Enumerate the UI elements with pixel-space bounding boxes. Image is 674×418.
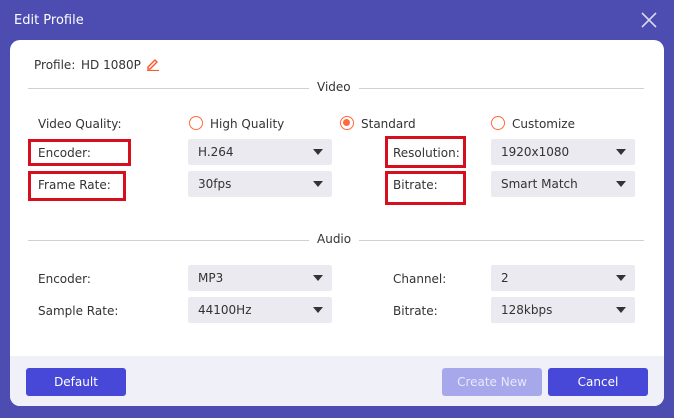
audio-bitrate-select[interactable]: 128kbps — [491, 297, 635, 323]
audio-bitrate-value: 128kbps — [501, 303, 553, 317]
video-quality-label: Video Quality: — [38, 117, 122, 131]
frame-rate-value: 30fps — [198, 177, 232, 191]
default-button[interactable]: Default — [26, 368, 126, 396]
resolution-highlight-box — [385, 136, 466, 168]
sample-rate-select[interactable]: 44100Hz — [188, 297, 332, 323]
chevron-down-icon — [313, 275, 323, 281]
resolution-value: 1920x1080 — [501, 145, 570, 159]
profile-label: Profile: — [34, 58, 76, 72]
channel-value: 2 — [501, 271, 509, 285]
customize-label[interactable]: Customize — [512, 117, 575, 131]
high-quality-label[interactable]: High Quality — [210, 117, 284, 131]
channel-label: Channel: — [393, 272, 447, 286]
audio-bitrate-label: Bitrate: — [393, 304, 438, 318]
video-bitrate-select[interactable]: Smart Match — [491, 171, 635, 197]
chevron-down-icon — [313, 307, 323, 313]
high-quality-radio[interactable] — [189, 116, 203, 130]
dialog-footer: Default Create New Cancel — [10, 356, 664, 406]
pencil-icon[interactable] — [146, 56, 160, 72]
bitrate-highlight-box — [385, 171, 466, 205]
video-section-title: Video — [309, 80, 359, 94]
chevron-down-icon — [616, 149, 626, 155]
chevron-down-icon — [616, 181, 626, 187]
frame-rate-select[interactable]: 30fps — [188, 171, 332, 197]
chevron-down-icon — [616, 307, 626, 313]
video-encoder-value: H.264 — [198, 145, 234, 159]
standard-label[interactable]: Standard — [361, 117, 416, 131]
chevron-down-icon — [313, 181, 323, 187]
chevron-down-icon — [313, 149, 323, 155]
customize-radio[interactable] — [491, 116, 505, 130]
edit-profile-window: Edit Profile Profile: HD 1080P Video Vid… — [0, 0, 674, 418]
profile-name: HD 1080P — [81, 58, 141, 72]
channel-select[interactable]: 2 — [491, 265, 635, 291]
resolution-select[interactable]: 1920x1080 — [491, 139, 635, 165]
window-title: Edit Profile — [14, 13, 84, 28]
encoder-highlight-box — [28, 139, 131, 166]
audio-encoder-label: Encoder: — [38, 272, 91, 286]
video-bitrate-value: Smart Match — [501, 177, 578, 191]
sample-rate-label: Sample Rate: — [38, 304, 119, 318]
sample-rate-value: 44100Hz — [198, 303, 252, 317]
audio-encoder-value: MP3 — [198, 271, 224, 285]
standard-radio[interactable] — [340, 116, 354, 130]
settings-panel: Profile: HD 1080P Video Video Quality: H… — [10, 40, 664, 406]
create-new-button[interactable]: Create New — [442, 368, 542, 396]
audio-encoder-select[interactable]: MP3 — [188, 265, 332, 291]
cancel-button[interactable]: Cancel — [548, 368, 648, 396]
frame-rate-highlight-box — [28, 171, 126, 201]
audio-section-title: Audio — [309, 232, 360, 246]
close-icon[interactable] — [640, 11, 658, 29]
video-encoder-select[interactable]: H.264 — [188, 139, 332, 165]
chevron-down-icon — [616, 275, 626, 281]
